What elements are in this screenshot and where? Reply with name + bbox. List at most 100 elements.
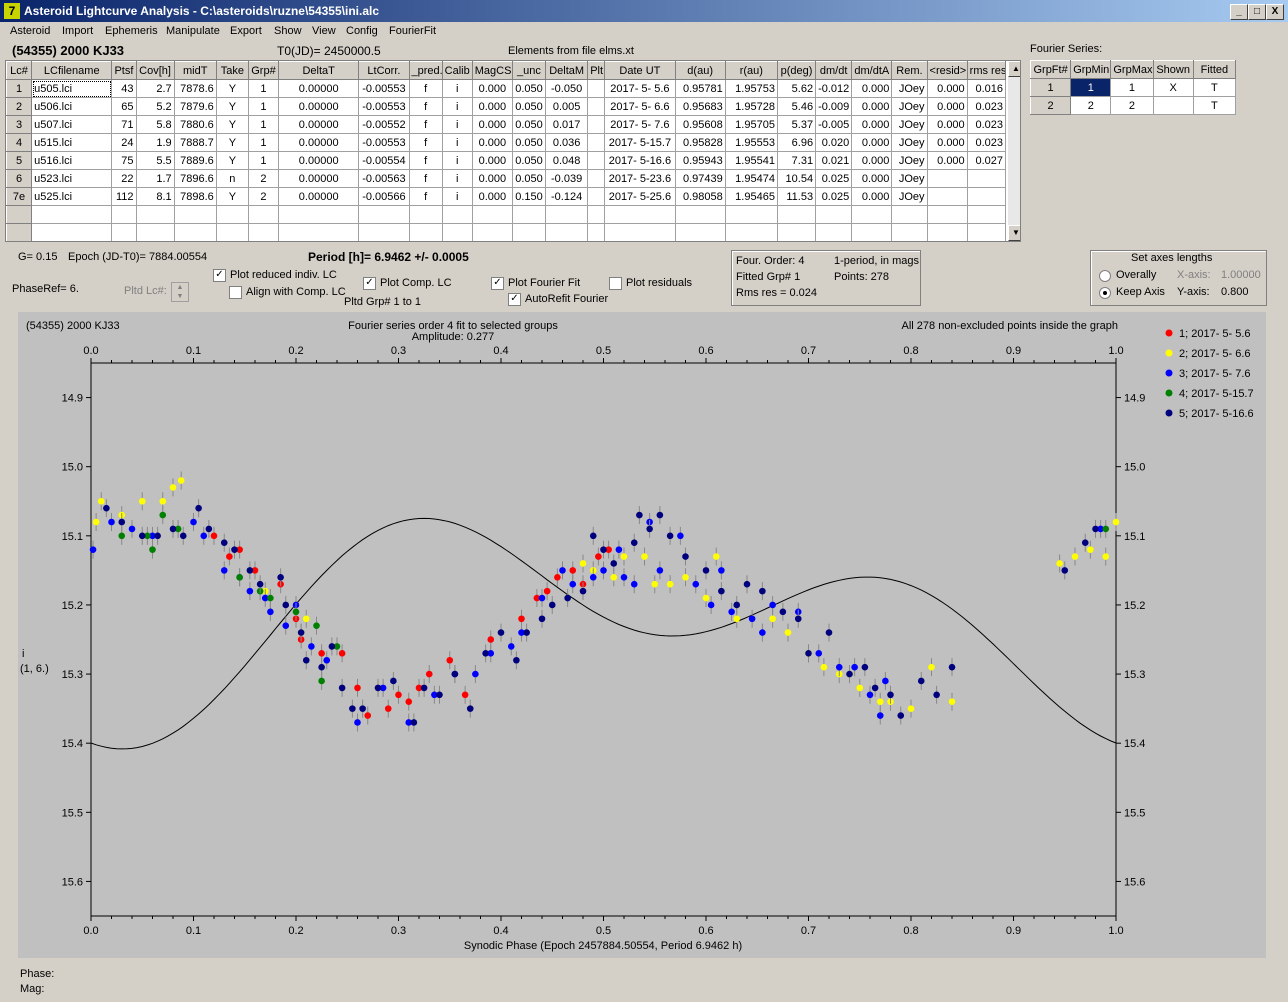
table-cell[interactable] xyxy=(471,223,513,241)
table-cell[interactable]: 2017- 5-16.6 xyxy=(604,151,676,170)
table-cell[interactable] xyxy=(815,223,853,241)
table-cell[interactable]: -0.00553 xyxy=(358,79,410,98)
data-point[interactable] xyxy=(374,684,382,692)
lc-col-header[interactable]: Calib xyxy=(441,61,473,80)
table-cell[interactable]: u516.lci xyxy=(31,151,113,170)
data-point[interactable] xyxy=(794,615,802,623)
data-point[interactable] xyxy=(712,553,720,560)
fs-cell[interactable]: 2 xyxy=(1029,96,1072,115)
table-cell[interactable]: 5.2 xyxy=(135,97,175,116)
lc-grid[interactable]: Lc# LCfilename Ptsf Cov[h] midT Take Grp# Delta… xyxy=(6,61,1007,241)
table-cell[interactable]: 7.31 xyxy=(776,151,817,170)
table-cell[interactable] xyxy=(31,223,113,241)
table-cell[interactable]: 1.95728 xyxy=(724,97,778,116)
table-cell[interactable]: f xyxy=(408,79,443,98)
data-point[interactable] xyxy=(179,532,187,540)
table-cell[interactable]: 0.00000 xyxy=(278,133,360,152)
table-cell[interactable] xyxy=(173,205,217,224)
table-cell[interactable] xyxy=(891,205,928,224)
table-cell[interactable]: JOey xyxy=(891,79,928,98)
table-cell[interactable]: i xyxy=(441,151,473,170)
table-cell[interactable]: 0.000 xyxy=(851,151,893,170)
table-cell[interactable]: 1.95753 xyxy=(724,79,778,98)
table-cell[interactable]: u505.lci xyxy=(31,79,113,98)
data-point[interactable] xyxy=(815,650,823,657)
table-cell[interactable]: Y xyxy=(215,187,249,206)
table-cell[interactable]: 0.023 xyxy=(966,115,1007,134)
menu-import[interactable]: Import xyxy=(62,25,93,37)
empty-row[interactable] xyxy=(6,223,1007,241)
data-point[interactable] xyxy=(138,497,146,505)
data-point[interactable] xyxy=(569,580,577,588)
table-cell[interactable]: f xyxy=(408,169,443,188)
table-cell[interactable]: 0.000 xyxy=(471,151,513,170)
table-cell[interactable]: 0.000 xyxy=(471,169,513,188)
fs-cell[interactable]: 2 xyxy=(1110,96,1154,115)
data-point[interactable] xyxy=(677,532,684,540)
table-cell[interactable] xyxy=(545,223,589,241)
table-cell[interactable] xyxy=(6,205,33,224)
data-point[interactable] xyxy=(589,573,597,581)
table-cell[interactable] xyxy=(587,97,606,116)
data-point[interactable] xyxy=(108,518,115,526)
data-point[interactable] xyxy=(497,629,505,636)
table-cell[interactable]: 0.036 xyxy=(545,133,589,152)
table-cell[interactable] xyxy=(815,205,853,224)
table-cell[interactable] xyxy=(31,205,113,224)
table-cell[interactable]: 0.021 xyxy=(815,151,853,170)
data-point[interactable] xyxy=(656,567,664,574)
table-cell[interactable]: 6 xyxy=(6,169,33,188)
lc-table[interactable]: Lc# LCfilename Ptsf Cov[h] midT Take Grp# Delta… xyxy=(5,60,1021,242)
table-cell[interactable]: 7e xyxy=(6,187,33,206)
data-point[interactable] xyxy=(92,518,100,526)
table-cell[interactable] xyxy=(587,151,606,170)
table-cell[interactable] xyxy=(604,223,676,241)
lc-col-header[interactable]: DeltaM xyxy=(545,61,589,80)
table-cell[interactable]: 10.54 xyxy=(776,169,817,188)
table-cell[interactable] xyxy=(408,223,443,241)
table-cell[interactable]: 2017- 5- 5.6 xyxy=(604,79,676,98)
table-cell[interactable]: 22 xyxy=(111,169,137,188)
fs-col-header[interactable]: Fitted xyxy=(1192,60,1237,79)
table-cell[interactable] xyxy=(408,205,443,224)
data-point[interactable] xyxy=(256,580,264,588)
fs-cell[interactable]: T xyxy=(1192,96,1237,115)
data-point[interactable] xyxy=(569,567,577,574)
plot-residuals-checkbox[interactable] xyxy=(609,277,622,290)
data-point[interactable] xyxy=(615,546,623,553)
data-point[interactable] xyxy=(630,539,638,547)
data-point[interactable] xyxy=(169,525,177,533)
data-point[interactable] xyxy=(282,601,290,609)
table-cell[interactable]: f xyxy=(408,133,443,152)
table-cell[interactable]: -0.00553 xyxy=(358,97,410,116)
data-point[interactable] xyxy=(928,663,935,671)
plot-area[interactable] xyxy=(90,362,1117,917)
table-cell[interactable] xyxy=(851,205,893,224)
table-cell[interactable]: 6.96 xyxy=(776,133,817,152)
table-cell[interactable]: 1.95465 xyxy=(724,187,778,206)
data-point[interactable] xyxy=(308,643,315,650)
data-point[interactable] xyxy=(200,532,208,540)
data-point[interactable] xyxy=(359,705,366,712)
table-cell[interactable] xyxy=(511,205,547,224)
data-point[interactable] xyxy=(436,691,443,699)
data-point[interactable] xyxy=(820,663,828,671)
data-point[interactable] xyxy=(323,656,331,664)
table-cell[interactable]: i xyxy=(441,169,473,188)
data-point[interactable] xyxy=(636,511,643,519)
data-point[interactable] xyxy=(907,705,915,712)
table-cell[interactable]: u525.lci xyxy=(31,187,113,206)
table-cell[interactable]: 0.023 xyxy=(966,133,1007,152)
table-cell[interactable]: 7888.7 xyxy=(173,133,217,152)
table-cell[interactable]: 2017- 5- 7.6 xyxy=(604,115,676,134)
data-point[interactable] xyxy=(190,518,197,526)
table-cell[interactable]: i xyxy=(441,115,473,134)
table-row[interactable]: 4 u515.lci 24 1.9 7888.7 Y 1 0.00000 -0.00553 f i 0… xyxy=(6,133,1007,152)
lc-col-header[interactable]: d(au) xyxy=(674,61,726,80)
table-cell[interactable]: 0.000 xyxy=(851,97,893,116)
data-point[interactable] xyxy=(538,615,546,623)
table-cell[interactable]: 0.000 xyxy=(851,79,893,98)
data-point[interactable] xyxy=(610,560,618,567)
data-point[interactable] xyxy=(620,553,628,560)
lc-col-header[interactable]: LtCorr. xyxy=(358,61,410,80)
